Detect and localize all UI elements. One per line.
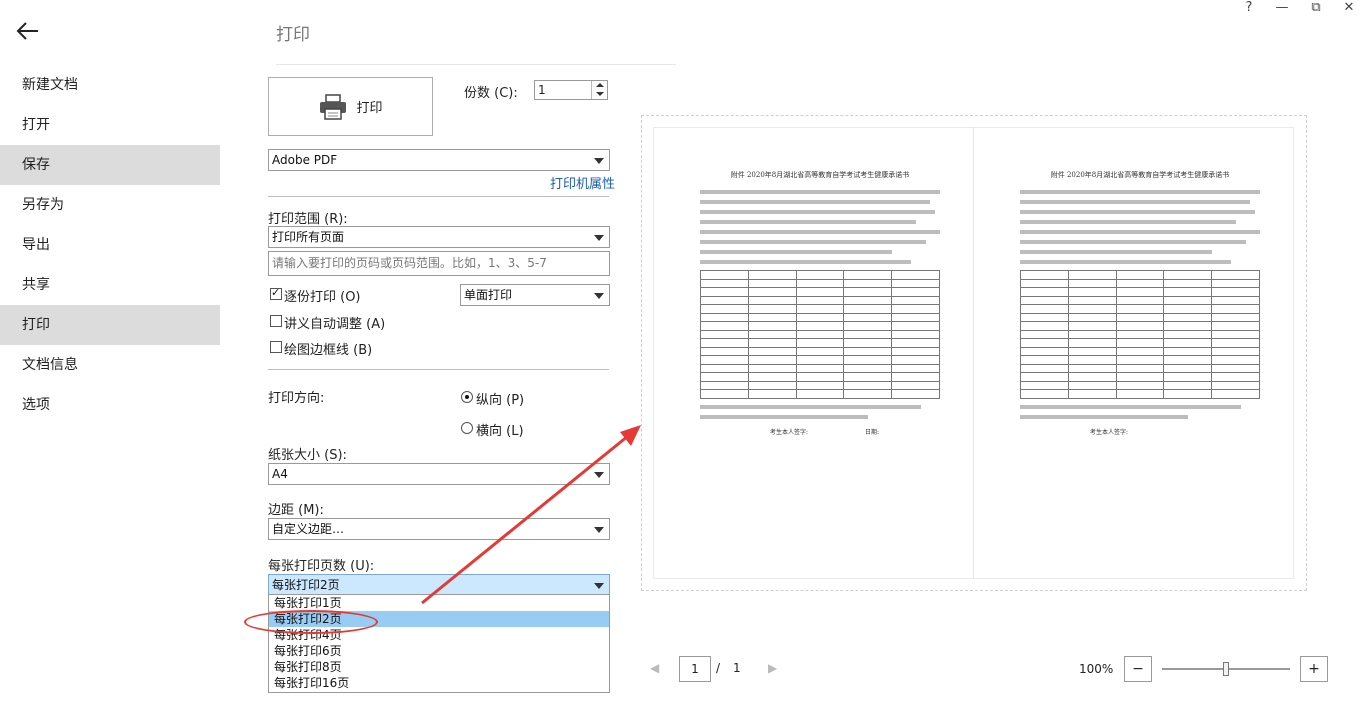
sidebar-item-print[interactable]: 打印 [0, 305, 220, 345]
pages-per-sheet-select[interactable]: 每张打印2页 [268, 574, 610, 596]
next-page-icon[interactable]: ▶ [768, 661, 777, 675]
total-pages: 1 [733, 661, 741, 675]
help-icon[interactable]: ? [1239, 0, 1259, 16]
sidebar-item-open[interactable]: 打开 [0, 105, 220, 145]
sidebar-item-save[interactable]: 保存 [0, 145, 220, 185]
divider [268, 196, 609, 197]
draw-border-checkbox[interactable] [270, 341, 282, 353]
zoom-out-button[interactable]: − [1124, 656, 1152, 682]
divider [268, 369, 609, 370]
sidebar-item-save-as[interactable]: 另存为 [0, 185, 220, 225]
dropdown-option[interactable]: 每张打印6页 [269, 643, 609, 659]
margins-select[interactable]: 自定义边距… [268, 518, 610, 540]
zoom-level: 100% [1079, 662, 1114, 676]
printer-select[interactable]: Adobe PDF [268, 149, 610, 171]
pages-per-sheet-value: 每张打印2页 [272, 578, 340, 592]
minimize-icon[interactable]: — [1272, 0, 1292, 16]
chevron-down-icon [594, 583, 604, 589]
chevron-down-icon [594, 527, 604, 533]
sidebar-item-share[interactable]: 共享 [0, 265, 220, 305]
preview-page-2: 附件 2020年8月湖北省高等教育自学考试考生健康承诺书 考生本人签字: [1020, 170, 1260, 436]
margins-value: 自定义边距… [272, 522, 345, 536]
page-divider [973, 127, 974, 579]
sidebar-item-doc-info[interactable]: 文档信息 [0, 345, 220, 385]
preview-signature: 考生本人签字: [770, 428, 809, 436]
chevron-down-icon [594, 235, 604, 241]
page-number-input[interactable]: 1 [679, 656, 711, 682]
copies-label: 份数 (C): [464, 86, 518, 101]
sidebar-item-options[interactable]: 选项 [0, 385, 220, 425]
draw-border-label: 绘图边框线 (B) [284, 343, 373, 358]
print-range-value: 打印所有页面 [272, 230, 345, 244]
stepper-up-icon[interactable] [592, 81, 607, 90]
preview-doc-title: 附件 2020年8月湖北省高等教育自学考试考生健康承诺书 [1050, 171, 1230, 179]
page-title: 打印 [276, 25, 310, 45]
page-range-input[interactable]: 请输入要打印的页码或页码范围。比如，1、3、5-7 [268, 251, 610, 276]
back-arrow-icon[interactable] [16, 20, 40, 42]
annotation-ellipse [244, 610, 378, 634]
portrait-radio[interactable] [461, 391, 473, 403]
preview-doc-title: 附件 2020年8月湖北省高等教育自学考试考生健康承诺书 [730, 171, 910, 179]
printer-icon [320, 93, 347, 120]
dropdown-option[interactable]: 每张打印8页 [269, 659, 609, 675]
landscape-radio[interactable] [461, 422, 473, 434]
collate-checkbox[interactable] [270, 286, 282, 300]
margins-label: 边距 (M): [268, 503, 324, 518]
printer-properties-link[interactable]: 打印机属性 [550, 173, 615, 192]
pages-per-sheet-label: 每张打印页数 (U): [268, 559, 375, 574]
print-range-select[interactable]: 打印所有页面 [268, 226, 610, 248]
print-button-label: 打印 [356, 101, 383, 116]
preview-date: 日期: [864, 428, 879, 436]
duplex-select[interactable]: 单面打印 [460, 284, 610, 306]
stepper-down-icon[interactable] [592, 90, 607, 99]
copies-stepper[interactable]: 1 [534, 80, 608, 100]
collate-label: 逐份打印 (O) [284, 290, 361, 305]
chevron-down-icon [594, 158, 604, 164]
printer-select-value: Adobe PDF [272, 153, 338, 167]
portrait-label: 纵向 (P) [476, 393, 525, 408]
landscape-label: 横向 (L) [476, 424, 524, 439]
handout-adjust-checkbox[interactable] [270, 315, 282, 327]
sidebar-item-export[interactable]: 导出 [0, 225, 220, 265]
paper-size-select[interactable]: A4 [268, 463, 610, 485]
orientation-label: 打印方向: [268, 391, 325, 406]
duplex-value: 单面打印 [464, 288, 513, 302]
sidebar-item-new[interactable]: 新建文档 [0, 65, 220, 105]
paper-size-value: A4 [272, 467, 288, 481]
dropdown-option[interactable]: 每张打印1页 [269, 595, 609, 611]
zoom-slider-handle[interactable] [1223, 662, 1229, 676]
restore-icon[interactable]: ⧉ [1306, 0, 1326, 16]
preview-signature: 考生本人签字: [1090, 428, 1129, 436]
copies-value: 1 [538, 83, 546, 97]
pages-per-sheet-dropdown: 每张打印1页 每张打印2页 每张打印4页 每张打印6页 每张打印8页 每张打印1… [268, 594, 610, 693]
page-separator: / [716, 661, 721, 675]
print-button[interactable]: 打印 [268, 77, 433, 136]
print-range-label: 打印范围 (R): [268, 212, 348, 227]
paper-size-label: 纸张大小 (S): [268, 448, 347, 463]
divider [276, 64, 676, 65]
chevron-down-icon [594, 293, 604, 299]
close-icon[interactable]: ✕ [1339, 0, 1359, 16]
handout-adjust-label: 讲义自动调整 (A) [284, 317, 386, 332]
chevron-down-icon [594, 472, 604, 478]
zoom-in-button[interactable]: + [1300, 656, 1328, 682]
prev-page-icon[interactable]: ◀ [650, 661, 659, 675]
dropdown-option[interactable]: 每张打印16页 [269, 675, 609, 691]
preview-page-1: 附件 2020年8月湖北省高等教育自学考试考生健康承诺书 考生本人签字: 日期: [700, 170, 940, 436]
